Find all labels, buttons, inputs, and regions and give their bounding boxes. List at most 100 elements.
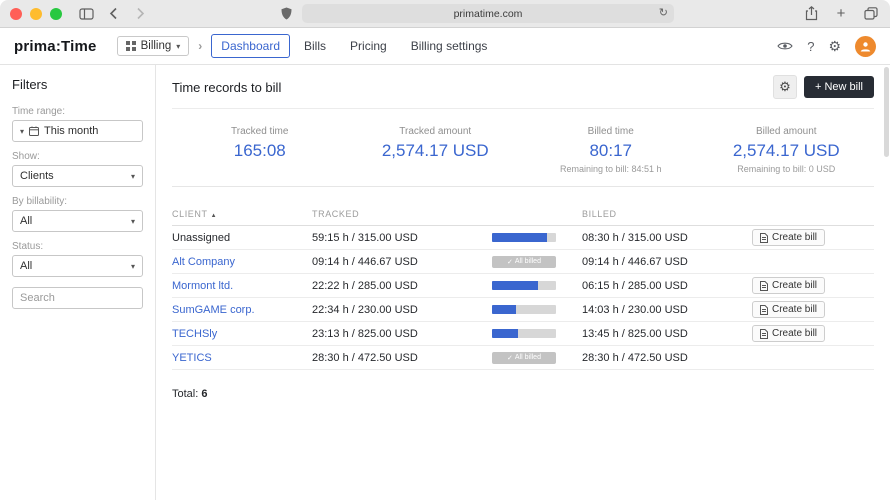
traffic-lights	[10, 8, 62, 20]
billability-select[interactable]: All ▾	[12, 210, 143, 232]
tracked-cell: 09:14 h / 446.67 USD	[312, 256, 492, 268]
sidebar-title: Filters	[12, 77, 143, 92]
billed-cell: 13:45 h / 825.00 USD	[582, 328, 752, 340]
billed-cell: 28:30 h / 472.50 USD	[582, 352, 752, 364]
stat-tracked-amount: Tracked amount 2,574.17 USD	[348, 126, 524, 174]
privacy-shield-icon[interactable]	[277, 5, 295, 23]
create-bill-button[interactable]: Create bill	[752, 301, 825, 318]
column-header-client[interactable]: CLIENT▲	[172, 209, 312, 219]
tracked-cell: 22:22 h / 285.00 USD	[312, 280, 492, 292]
workspace-selector[interactable]: Billing ▾	[117, 36, 190, 56]
browser-chrome: primatime.com ↻ +	[0, 0, 890, 28]
check-icon: ✓	[507, 258, 513, 266]
billed-cell: 14:03 h / 230.00 USD	[582, 304, 752, 316]
grid-icon	[126, 41, 136, 51]
create-bill-button[interactable]: Create bill	[752, 229, 825, 246]
url-bar[interactable]: primatime.com ↻	[302, 4, 674, 23]
column-header-billed[interactable]: BILLED	[582, 209, 752, 219]
document-icon	[760, 305, 768, 315]
create-bill-button[interactable]: Create bill	[752, 325, 825, 342]
zoom-window-button[interactable]	[50, 8, 62, 20]
document-icon	[760, 233, 768, 243]
filter-label: Time range:	[12, 106, 143, 117]
client-cell[interactable]: TECHSly	[172, 328, 217, 340]
chevron-down-icon: ▾	[131, 172, 135, 181]
page-settings-gear-button[interactable]: ⚙	[773, 75, 797, 99]
show-select[interactable]: Clients ▾	[12, 165, 143, 187]
eye-icon[interactable]	[777, 41, 793, 51]
tab-bills[interactable]: Bills	[294, 34, 336, 58]
table-row: TECHSly 23:13 h / 825.00 USD 13:45 h / 8…	[172, 322, 874, 346]
status-value: All	[20, 260, 126, 272]
tracked-cell: 23:13 h / 825.00 USD	[312, 328, 492, 340]
reload-icon[interactable]: ↻	[659, 8, 668, 19]
chevron-down-icon: ▾	[20, 127, 24, 136]
help-icon[interactable]: ?	[807, 39, 814, 54]
tab-dashboard[interactable]: Dashboard	[211, 34, 290, 58]
billability-value: All	[20, 215, 126, 227]
sidebar-toggle-icon[interactable]	[77, 5, 95, 23]
time-range-value: This month	[44, 125, 135, 137]
app-logo: prima:Time	[14, 38, 97, 55]
check-icon: ✓	[507, 354, 513, 362]
summary-stats: Tracked time 165:08 Tracked amount 2,574…	[172, 109, 874, 187]
billing-progress-bar	[492, 233, 556, 242]
scrollbar-thumb[interactable]	[884, 67, 889, 157]
new-bill-button[interactable]: + New bill	[804, 76, 874, 98]
client-cell[interactable]: Mormont ltd.	[172, 280, 233, 292]
search-input[interactable]	[12, 287, 143, 309]
new-tab-icon[interactable]: +	[832, 5, 850, 23]
create-bill-button[interactable]: Create bill	[752, 277, 825, 294]
share-icon[interactable]	[802, 5, 820, 23]
chevron-down-icon: ▾	[131, 217, 135, 226]
billed-cell: 06:15 h / 285.00 USD	[582, 280, 752, 292]
show-value: Clients	[20, 170, 126, 182]
client-cell[interactable]: Unassigned	[172, 232, 230, 244]
main-panel: Time records to bill ⚙ + New bill Tracke…	[156, 65, 890, 500]
minimize-window-button[interactable]	[30, 8, 42, 20]
client-cell[interactable]: SumGAME corp.	[172, 304, 255, 316]
filter-label: Status:	[12, 241, 143, 252]
chevron-down-icon: ▾	[176, 42, 180, 51]
breadcrumb-chevron-icon: ›	[198, 39, 202, 53]
back-icon[interactable]	[104, 5, 122, 23]
billing-progress-bar	[492, 329, 556, 338]
billed-cell: 08:30 h / 315.00 USD	[582, 232, 752, 244]
billing-progress-bar	[492, 281, 556, 290]
time-range-select[interactable]: ▾ This month	[12, 120, 143, 142]
column-header-tracked[interactable]: TRACKED	[312, 209, 492, 219]
tab-billing-settings[interactable]: Billing settings	[401, 34, 498, 58]
settings-gear-icon[interactable]: ⚙	[828, 39, 841, 53]
tab-overview-icon[interactable]	[862, 5, 880, 23]
client-cell[interactable]: Alt Company	[172, 256, 235, 268]
client-cell[interactable]: YETICS	[172, 352, 212, 364]
close-window-button[interactable]	[10, 8, 22, 20]
status-select[interactable]: All ▾	[12, 255, 143, 277]
billing-table: CLIENT▲ TRACKED BILLED Unassigned 59:15 …	[172, 209, 874, 400]
all-billed-badge: ✓All billed	[492, 256, 556, 268]
main-nav: Dashboard Bills Pricing Billing settings	[211, 34, 497, 58]
sort-asc-icon: ▲	[211, 213, 218, 219]
document-icon	[760, 281, 768, 291]
table-row: Alt Company 09:14 h / 446.67 USD ✓All bi…	[172, 250, 874, 274]
table-row: SumGAME corp. 22:34 h / 230.00 USD 14:03…	[172, 298, 874, 322]
document-icon	[760, 329, 768, 339]
tab-pricing[interactable]: Pricing	[340, 34, 397, 58]
stat-billed-amount: Billed amount 2,574.17 USD Remaining to …	[699, 126, 875, 174]
page-title: Time records to bill	[172, 80, 281, 95]
table-header: CLIENT▲ TRACKED BILLED	[172, 209, 874, 226]
table-row: YETICS 28:30 h / 472.50 USD ✓All billed …	[172, 346, 874, 370]
forward-icon[interactable]	[131, 5, 149, 23]
workspace-label: Billing	[141, 40, 172, 52]
avatar[interactable]	[855, 36, 876, 57]
app-header: prima:Time Billing ▾ › Dashboard Bills P…	[0, 28, 890, 65]
table-row: Mormont ltd. 22:22 h / 285.00 USD 06:15 …	[172, 274, 874, 298]
total-count: 6	[201, 388, 207, 400]
stat-tracked-time: Tracked time 165:08	[172, 126, 348, 174]
stat-billed-time: Billed time 80:17 Remaining to bill: 84:…	[523, 126, 699, 174]
chevron-down-icon: ▾	[131, 262, 135, 271]
billing-progress-bar	[492, 305, 556, 314]
filters-sidebar: Filters Time range: ▾ This month Show: C…	[0, 65, 156, 500]
filter-label: Show:	[12, 151, 143, 162]
tracked-cell: 59:15 h / 315.00 USD	[312, 232, 492, 244]
